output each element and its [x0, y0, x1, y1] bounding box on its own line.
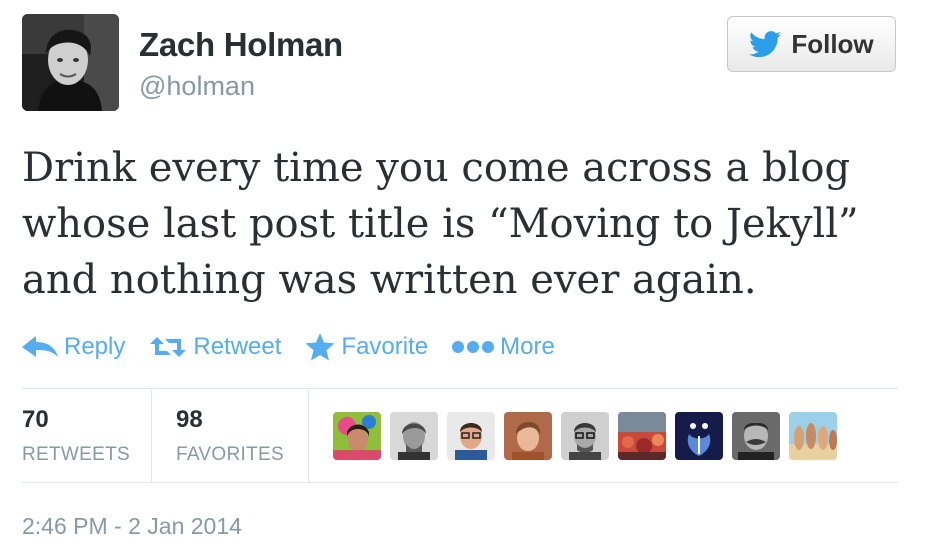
retweet-button[interactable]: Retweet	[149, 333, 281, 361]
favoriters-avatars	[333, 412, 837, 460]
author-avatar[interactable]	[22, 14, 119, 111]
tweet-line: Drink every time you come across a blog	[22, 145, 851, 191]
favoriter-avatar[interactable]	[504, 412, 552, 460]
tweet-timestamp[interactable]: 2:46 PM - 2 Jan 2014	[22, 513, 242, 540]
author-name[interactable]: Zach Holman	[139, 26, 343, 64]
reply-icon	[22, 335, 58, 359]
favorites-label: FAVORITES	[176, 444, 284, 465]
tweet-line: and nothing was written ever again.	[22, 257, 757, 303]
twitter-bird-icon	[749, 30, 782, 58]
retweets-count: 70	[22, 406, 49, 433]
more-button[interactable]: More	[452, 333, 555, 361]
tweet-actions: Reply Retweet Favorite More	[22, 333, 579, 361]
reply-button[interactable]: Reply	[22, 333, 125, 361]
favoriter-avatar[interactable]	[732, 412, 780, 460]
retweet-label: Retweet	[193, 333, 282, 360]
divider	[22, 482, 898, 483]
star-icon	[305, 333, 335, 361]
follow-button[interactable]: Follow	[727, 16, 896, 72]
more-label: More	[500, 333, 555, 360]
tweet-line: whose last post title is “Moving to Jeky…	[22, 201, 859, 247]
author-handle[interactable]: @holman	[139, 71, 255, 102]
favorites-stat[interactable]: 98 FAVORITES	[176, 390, 308, 482]
retweets-label: RETWEETS	[22, 444, 130, 465]
favoriter-avatar[interactable]	[390, 412, 438, 460]
stats-separator	[308, 390, 309, 482]
favorite-label: Favorite	[341, 333, 429, 360]
reply-label: Reply	[64, 333, 126, 360]
favoriter-avatar[interactable]	[447, 412, 495, 460]
more-dots-icon	[452, 340, 495, 354]
retweets-stat[interactable]: 70 RETWEETS	[22, 390, 154, 482]
follow-button-label: Follow	[791, 28, 874, 59]
favoriter-avatar[interactable]	[561, 412, 609, 460]
avatar-photo	[22, 14, 119, 111]
favoriter-avatar[interactable]	[675, 412, 723, 460]
favoriter-avatar[interactable]	[618, 412, 666, 460]
retweet-icon	[149, 335, 187, 359]
favorite-button[interactable]: Favorite	[305, 333, 428, 361]
favoriter-avatar[interactable]	[333, 412, 381, 460]
favoriter-avatar[interactable]	[789, 412, 837, 460]
divider	[22, 388, 898, 389]
tweet-text: Drink every time you come across a blog …	[22, 140, 902, 308]
favorites-count: 98	[176, 406, 203, 433]
stats-separator	[151, 390, 152, 482]
